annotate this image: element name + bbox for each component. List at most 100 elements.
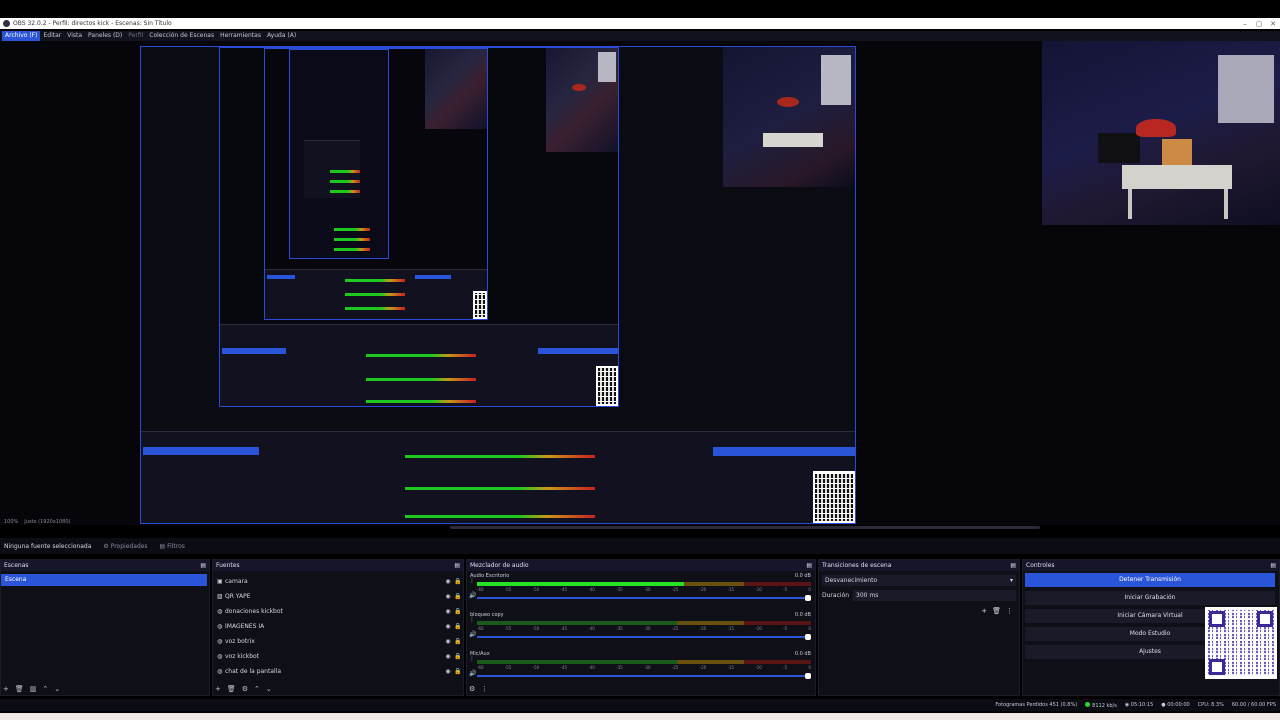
more-icon[interactable]: ⋮	[469, 577, 475, 584]
lock-icon[interactable]: 🔒	[453, 578, 463, 585]
source-item[interactable]: ◍ voz botrix ◉ 🔒	[213, 634, 463, 649]
nested-meter	[366, 400, 476, 403]
duration-label: Duración	[822, 592, 850, 599]
channel-name: Mic/Aux	[470, 651, 490, 657]
dock-menu-icon[interactable]: ▤	[1010, 562, 1016, 569]
more-icon[interactable]: ⋮	[481, 685, 488, 693]
lock-icon[interactable]: 🔒	[453, 593, 463, 600]
mixer-channel: Mic/Aux 0.0 dB ⋮ -60 -55 -50 -45 -40 -35 -30 -25 -2…	[467, 649, 815, 688]
volume-slider[interactable]	[477, 634, 811, 640]
start-recording-button[interactable]: Iniciar Grabación	[1025, 591, 1275, 605]
properties-button[interactable]: ⚙ Propiedades	[103, 543, 147, 550]
transition-select[interactable]: Desvanecimiento	[822, 575, 1016, 586]
sources-toolbar: + 🗑 ⚙ ⌃ ⌄	[215, 685, 272, 693]
nested-selection	[538, 348, 618, 354]
eye-icon[interactable]: ◉	[443, 608, 453, 615]
volume-meter	[477, 621, 811, 625]
mixer-channel: Audio Escritorio 0.0 dB ⋮ -60 -55 -50 -45 -40 -3…	[467, 571, 815, 610]
dock-menu-icon[interactable]: ▤	[806, 562, 812, 569]
chevron-up-icon[interactable]: ⌃	[42, 685, 48, 693]
filter-icon[interactable]: ▥	[30, 685, 37, 693]
source-item[interactable]: ◍ IMAGENES IA ◉ 🔒	[213, 619, 463, 634]
scene-item[interactable]: Escena	[1, 574, 207, 586]
meter-tick: -10	[755, 665, 762, 670]
minimize-button[interactable]: –	[1238, 20, 1252, 28]
dock-menu-icon[interactable]: ▤	[1270, 562, 1276, 569]
source-item[interactable]: ◍ voz kickbot ◉ 🔒	[213, 649, 463, 664]
zoom-level[interactable]: 100%	[4, 519, 18, 525]
stop-stream-button[interactable]: Detener Transmisión	[1025, 573, 1275, 587]
add-icon[interactable]: +	[981, 607, 987, 615]
trash-icon[interactable]: 🗑	[992, 607, 1001, 615]
more-icon[interactable]: ⋮	[469, 616, 475, 623]
menu-editar[interactable]: Editar	[40, 31, 64, 41]
preview-area[interactable]	[0, 41, 1280, 525]
preview-scrollbar[interactable]	[450, 526, 1040, 529]
chevron-up-icon[interactable]: ⌃	[254, 685, 260, 693]
camera-icon: ▣	[217, 578, 223, 585]
trash-icon[interactable]: 🗑	[15, 685, 24, 693]
eye-icon[interactable]: ◉	[443, 668, 453, 675]
speaker-icon[interactable]: 🔊	[469, 670, 476, 677]
filters-button[interactable]: ▤ Filtros	[160, 543, 185, 550]
channel-name: Audio Escritorio	[470, 573, 510, 579]
more-icon[interactable]: ⋮	[469, 655, 475, 662]
add-icon[interactable]: +	[215, 685, 221, 693]
add-icon[interactable]: +	[3, 685, 9, 693]
lock-icon[interactable]: 🔒	[453, 653, 463, 660]
maximize-button[interactable]: ▢	[1252, 20, 1266, 28]
source-name: QR YAPE	[225, 593, 251, 600]
meter-tick: -25	[671, 626, 679, 631]
dock-menu-icon[interactable]: ▤	[200, 562, 206, 569]
menu-vista[interactable]: Vista	[64, 31, 85, 41]
lock-icon[interactable]: 🔒	[453, 668, 463, 675]
os-taskbar	[0, 713, 1280, 720]
eye-icon[interactable]: ◉	[443, 653, 453, 660]
chevron-down-icon[interactable]: ⌄	[54, 685, 60, 693]
close-button[interactable]: ✕	[1266, 20, 1280, 28]
qr-code-overlay	[1205, 607, 1277, 679]
lock-icon[interactable]: 🔒	[453, 623, 463, 630]
eye-icon[interactable]: ◉	[443, 638, 453, 645]
meter-tick: -5	[783, 665, 788, 670]
fit-mode[interactable]: Justo (1920x1080)	[24, 519, 70, 525]
volume-slider[interactable]	[477, 673, 811, 679]
volume-slider[interactable]	[477, 595, 811, 601]
trash-icon[interactable]: 🗑	[227, 685, 236, 693]
nested-meter	[405, 455, 595, 458]
chevron-down-icon[interactable]: ⌄	[266, 685, 272, 693]
meter-tick: -30	[643, 626, 651, 631]
wall-poster	[1218, 55, 1274, 123]
eye-icon[interactable]: ◉	[443, 593, 453, 600]
source-item[interactable]: ▣ camara ◉ 🔒	[213, 574, 463, 589]
duration-input[interactable]: 300 ms	[853, 590, 1016, 601]
program-canvas[interactable]	[140, 46, 856, 524]
gear-icon[interactable]: ⚙	[469, 685, 475, 693]
speaker-icon[interactable]: 🔊	[469, 592, 476, 599]
source-item[interactable]: ▨ QR YAPE ◉ 🔒	[213, 589, 463, 604]
source-item[interactable]: ◍ chat de la pantalla ◉ 🔒	[213, 664, 463, 679]
menu-perfil[interactable]: Perfil	[125, 31, 146, 41]
menu-coleccion-escenas[interactable]: Colección de Escenas	[146, 31, 217, 41]
gear-icon[interactable]: ⚙	[242, 685, 248, 693]
slider-handle[interactable]	[805, 595, 811, 601]
slider-handle[interactable]	[805, 673, 811, 679]
source-name: voz kickbot	[225, 653, 260, 660]
globe-icon: ◍	[217, 623, 223, 630]
eye-icon[interactable]: ◉	[443, 578, 453, 585]
stream-health-icon	[1085, 701, 1091, 707]
speaker-icon[interactable]: 🔊	[469, 631, 476, 638]
dock-menu-icon[interactable]: ▤	[454, 562, 460, 569]
menu-ayuda[interactable]: Ayuda (A)	[264, 31, 299, 41]
more-icon[interactable]: ⋮	[1006, 607, 1013, 615]
menu-paneles[interactable]: Paneles (D)	[85, 31, 125, 41]
menu-herramientas[interactable]: Herramientas	[217, 31, 264, 41]
slider-handle[interactable]	[805, 634, 811, 640]
eye-icon[interactable]: ◉	[443, 623, 453, 630]
lock-icon[interactable]: 🔒	[453, 608, 463, 615]
source-item[interactable]: ◍ donaciones kickbot ◉ 🔒	[213, 604, 463, 619]
channel-db: 0.0 dB	[794, 651, 811, 657]
menu-archivo[interactable]: Archivo (F)	[2, 31, 41, 41]
lock-icon[interactable]: 🔒	[453, 638, 463, 645]
fps-indicator: 60.00 / 60.00 FPS	[1231, 702, 1276, 708]
